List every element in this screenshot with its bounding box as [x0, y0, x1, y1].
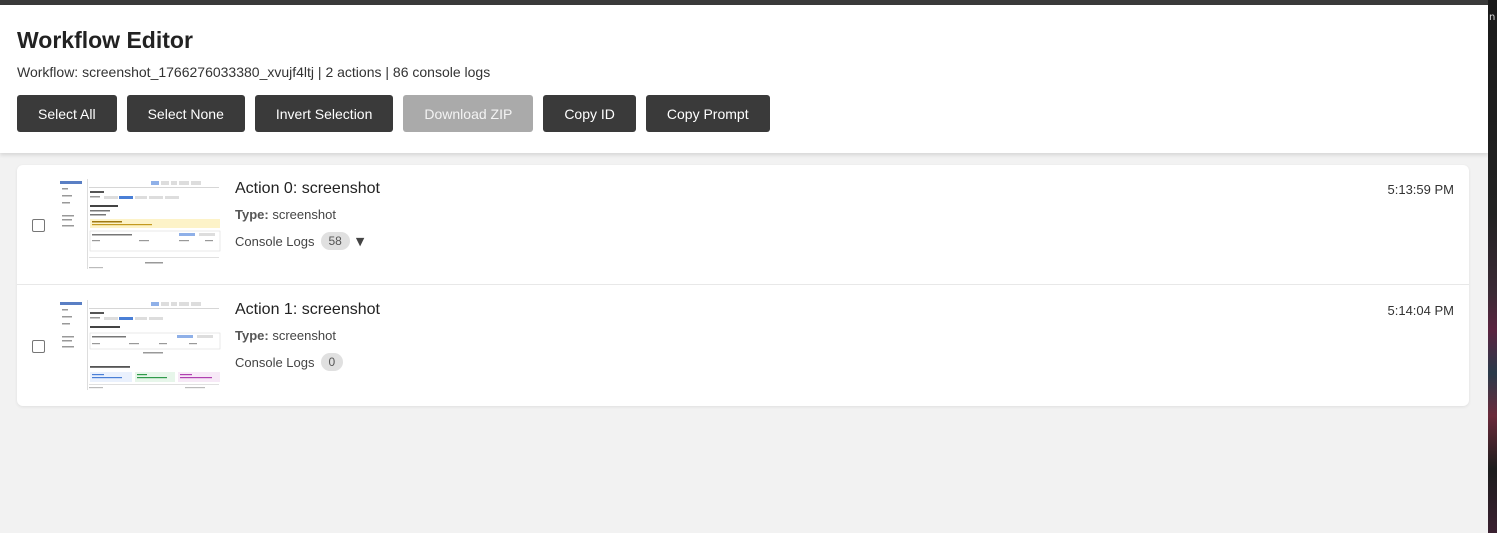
- chevron-down-icon[interactable]: ▼: [356, 235, 364, 248]
- adjacent-window-edge: n: [1488, 0, 1497, 533]
- action-timestamp: 5:13:59 PM: [1387, 182, 1455, 197]
- action-type-value: screenshot: [272, 207, 336, 222]
- action-type: Type: screenshot: [235, 207, 336, 222]
- action-timestamp: 5:14:04 PM: [1387, 303, 1455, 318]
- console-logs-label: Console Logs: [235, 233, 315, 249]
- action-thumbnail[interactable]: [59, 300, 221, 390]
- action-select-checkbox[interactable]: [32, 219, 45, 232]
- console-logs-count-badge: 0: [320, 353, 344, 371]
- select-none-button[interactable]: Select None: [126, 95, 245, 132]
- copy-prompt-button[interactable]: Copy Prompt: [645, 95, 770, 132]
- page-title: Workflow Editor: [17, 27, 193, 53]
- toolbar: Select All Select None Invert Selection …: [17, 95, 770, 132]
- action-type-value: screenshot: [272, 328, 336, 343]
- download-zip-button[interactable]: Download ZIP: [403, 95, 534, 132]
- action-type-label: Type:: [235, 207, 269, 222]
- actions-list: Action 0: screenshot Type: screenshot Co…: [17, 165, 1469, 406]
- editor-header: Workflow Editor Workflow: screenshot_176…: [0, 5, 1488, 153]
- edge-glyph: n: [1489, 12, 1496, 23]
- console-logs-toggle[interactable]: Console Logs 0: [235, 352, 344, 372]
- action-title: Action 0: screenshot: [235, 180, 380, 197]
- copy-id-button[interactable]: Copy ID: [543, 95, 636, 132]
- action-type-label: Type:: [235, 328, 269, 343]
- console-logs-count-badge: 58: [320, 232, 350, 250]
- console-logs-toggle[interactable]: Console Logs 58 ▼: [235, 231, 364, 251]
- action-select-checkbox[interactable]: [32, 340, 45, 353]
- invert-selection-button[interactable]: Invert Selection: [254, 95, 394, 132]
- select-all-button[interactable]: Select All: [17, 95, 117, 132]
- action-thumbnail[interactable]: [59, 179, 221, 269]
- action-row: Action 0: screenshot Type: screenshot Co…: [17, 165, 1469, 285]
- action-title: Action 1: screenshot: [235, 301, 380, 318]
- action-type: Type: screenshot: [235, 328, 336, 343]
- workflow-summary: Workflow: screenshot_1766276033380_xvujf…: [17, 64, 491, 80]
- action-row: Action 1: screenshot Type: screenshot Co…: [17, 286, 1469, 406]
- console-logs-label: Console Logs: [235, 354, 315, 370]
